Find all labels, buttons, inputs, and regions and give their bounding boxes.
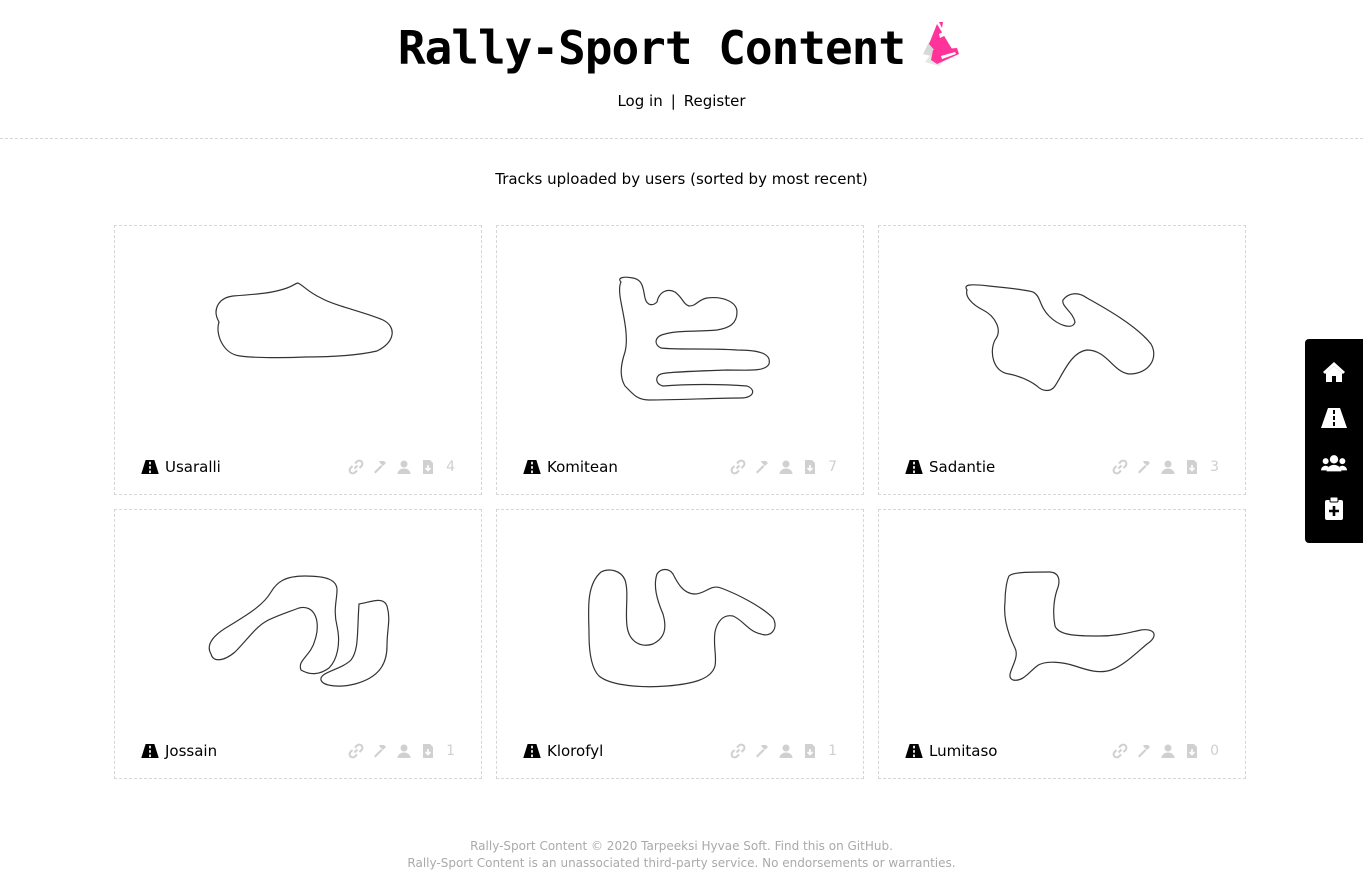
track-name-link[interactable]: Lumitaso — [905, 741, 997, 761]
pink-traffic-cone-icon — [919, 20, 965, 76]
road-icon[interactable] — [1321, 405, 1347, 431]
track-name-link[interactable]: Jossain — [141, 741, 217, 761]
file-download-icon[interactable] — [420, 459, 436, 475]
track-name-link[interactable]: Klorofyl — [523, 741, 603, 761]
track-card[interactable]: Usaralli 4 — [114, 225, 482, 495]
track-meta: 7 — [730, 457, 837, 477]
download-count: 3 — [1210, 459, 1219, 475]
download-count: 0 — [1210, 743, 1219, 759]
user-icon[interactable] — [396, 743, 412, 759]
track-name: Komitean — [547, 458, 618, 476]
clipboard-plus-icon[interactable] — [1321, 496, 1347, 522]
footer-disclaimer: Rally-Sport Content is an unassociated t… — [407, 856, 956, 870]
user-icon[interactable] — [396, 459, 412, 475]
file-download-icon[interactable] — [1184, 459, 1200, 475]
link-icon[interactable] — [1112, 743, 1128, 759]
track-meta: 1 — [348, 741, 455, 761]
track-meta: 0 — [1112, 741, 1219, 761]
hammer-icon[interactable] — [372, 743, 388, 759]
track-card[interactable]: Jossain 1 — [114, 509, 482, 779]
download-count: 1 — [828, 743, 837, 759]
track-name: Usaralli — [165, 458, 221, 476]
road-icon — [523, 744, 541, 758]
link-icon[interactable] — [348, 459, 364, 475]
link-icon[interactable] — [1112, 459, 1128, 475]
file-download-icon[interactable] — [802, 459, 818, 475]
file-download-icon[interactable] — [420, 743, 436, 759]
track-name: Lumitaso — [929, 742, 998, 760]
track-name: Klorofyl — [547, 742, 604, 760]
road-icon — [141, 744, 159, 758]
track-meta: 3 — [1112, 457, 1219, 477]
link-icon[interactable] — [730, 459, 746, 475]
hammer-icon[interactable] — [754, 743, 770, 759]
track-meta: 4 — [348, 457, 455, 477]
download-count: 4 — [446, 459, 455, 475]
track-name-link[interactable]: Usaralli — [141, 457, 221, 477]
track-card[interactable]: Komitean 7 — [496, 225, 864, 495]
link-icon[interactable] — [348, 743, 364, 759]
download-count: 7 — [828, 459, 837, 475]
site-title[interactable]: Rally-Sport Content — [398, 18, 906, 78]
road-icon — [141, 460, 159, 474]
track-card[interactable]: Klorofyl 1 — [496, 509, 864, 779]
user-icon[interactable] — [1160, 743, 1176, 759]
users-icon[interactable] — [1321, 450, 1347, 476]
track-name: Sadantie — [929, 458, 996, 476]
track-card[interactable]: Sadantie 3 — [878, 225, 1246, 495]
file-download-icon[interactable] — [802, 743, 818, 759]
link-icon[interactable] — [730, 743, 746, 759]
road-icon — [905, 744, 923, 758]
track-outline — [208, 575, 390, 687]
footer: Rally-Sport Content © 2020 Tarpeeksi Hyv… — [0, 838, 1363, 872]
track-outline — [215, 282, 393, 359]
track-name-link[interactable]: Komitean — [523, 457, 618, 477]
register-link[interactable]: Register — [684, 92, 746, 110]
hammer-icon[interactable] — [1136, 459, 1152, 475]
user-icon[interactable] — [778, 459, 794, 475]
auth-links: Log in | Register — [0, 92, 1363, 110]
hammer-icon[interactable] — [1136, 743, 1152, 759]
track-outline — [965, 284, 1155, 392]
home-icon[interactable] — [1321, 359, 1347, 385]
footer-copyright: Rally-Sport Content © 2020 Tarpeeksi Hyv… — [470, 839, 893, 853]
road-icon — [523, 460, 541, 474]
track-outline — [618, 276, 770, 401]
track-outline — [587, 568, 776, 688]
page-heading: Tracks uploaded by users (sorted by most… — [495, 170, 868, 188]
track-card[interactable]: Lumitaso 0 — [878, 509, 1246, 779]
track-outline — [1004, 571, 1155, 681]
track-name: Jossain — [165, 742, 218, 760]
road-icon — [905, 460, 923, 474]
hammer-icon[interactable] — [372, 459, 388, 475]
header-divider — [0, 138, 1363, 139]
file-download-icon[interactable] — [1184, 743, 1200, 759]
side-nav — [1305, 339, 1363, 543]
hammer-icon[interactable] — [754, 459, 770, 475]
user-icon[interactable] — [778, 743, 794, 759]
track-name-link[interactable]: Sadantie — [905, 457, 995, 477]
user-icon[interactable] — [1160, 459, 1176, 475]
site-header: Rally-Sport Content — [0, 18, 1363, 78]
track-meta: 1 — [730, 741, 837, 761]
download-count: 1 — [446, 743, 455, 759]
auth-separator: | — [670, 92, 676, 110]
login-link[interactable]: Log in — [617, 92, 662, 110]
